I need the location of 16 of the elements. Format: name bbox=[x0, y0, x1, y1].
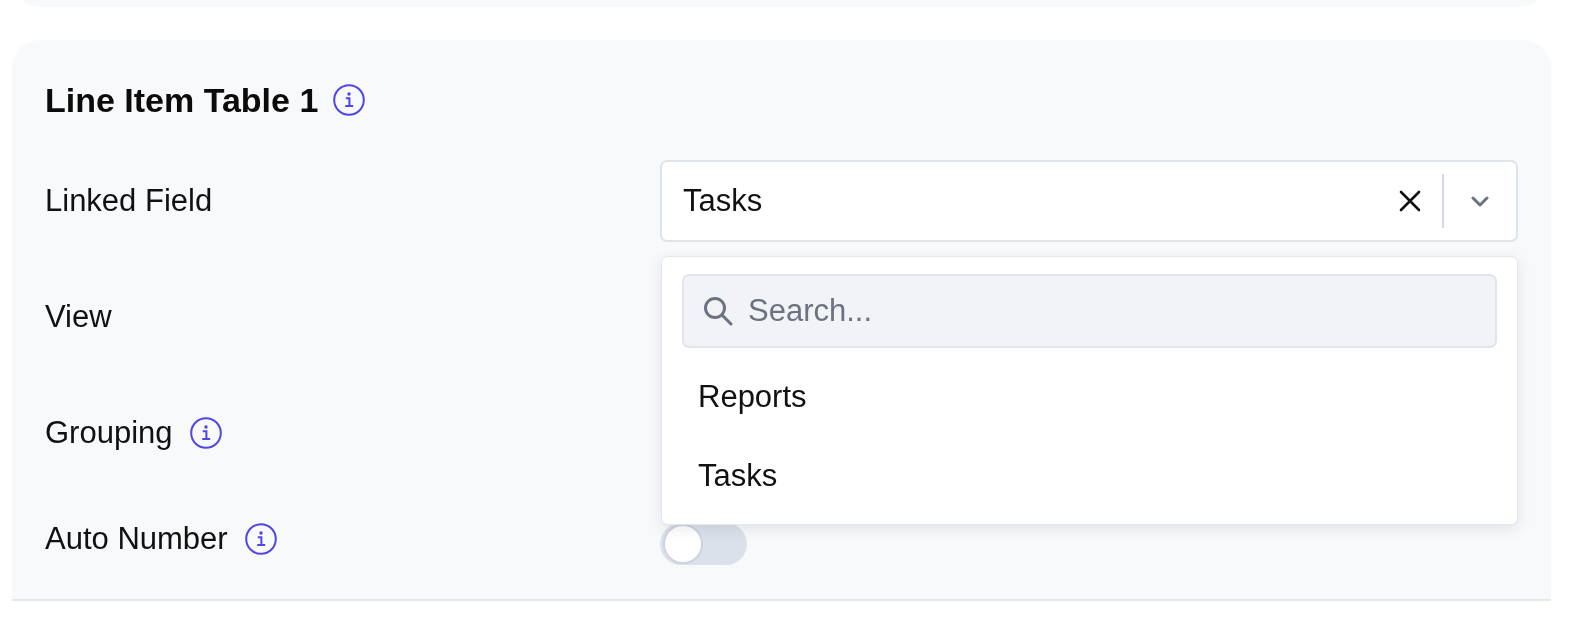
search-icon bbox=[703, 296, 733, 326]
chevron-down-icon[interactable] bbox=[1471, 195, 1489, 207]
section-title: Line Item Table 1 bbox=[45, 80, 319, 120]
field-label: View bbox=[45, 299, 112, 335]
dropdown-option[interactable]: Tasks bbox=[682, 437, 1497, 516]
field-label: Linked Field bbox=[45, 183, 213, 219]
close-icon[interactable] bbox=[1399, 190, 1421, 212]
info-icon[interactable] bbox=[333, 84, 366, 116]
field-label: Grouping bbox=[45, 415, 173, 451]
field-label: Auto Number bbox=[45, 521, 228, 557]
dropdown-option[interactable]: Reports bbox=[682, 358, 1497, 437]
search-field[interactable]: Search... bbox=[682, 274, 1497, 348]
info-icon[interactable] bbox=[244, 523, 277, 555]
toggle-switch[interactable] bbox=[660, 523, 747, 565]
info-icon[interactable] bbox=[189, 417, 222, 449]
select-field[interactable]: Tasks bbox=[660, 160, 1518, 242]
